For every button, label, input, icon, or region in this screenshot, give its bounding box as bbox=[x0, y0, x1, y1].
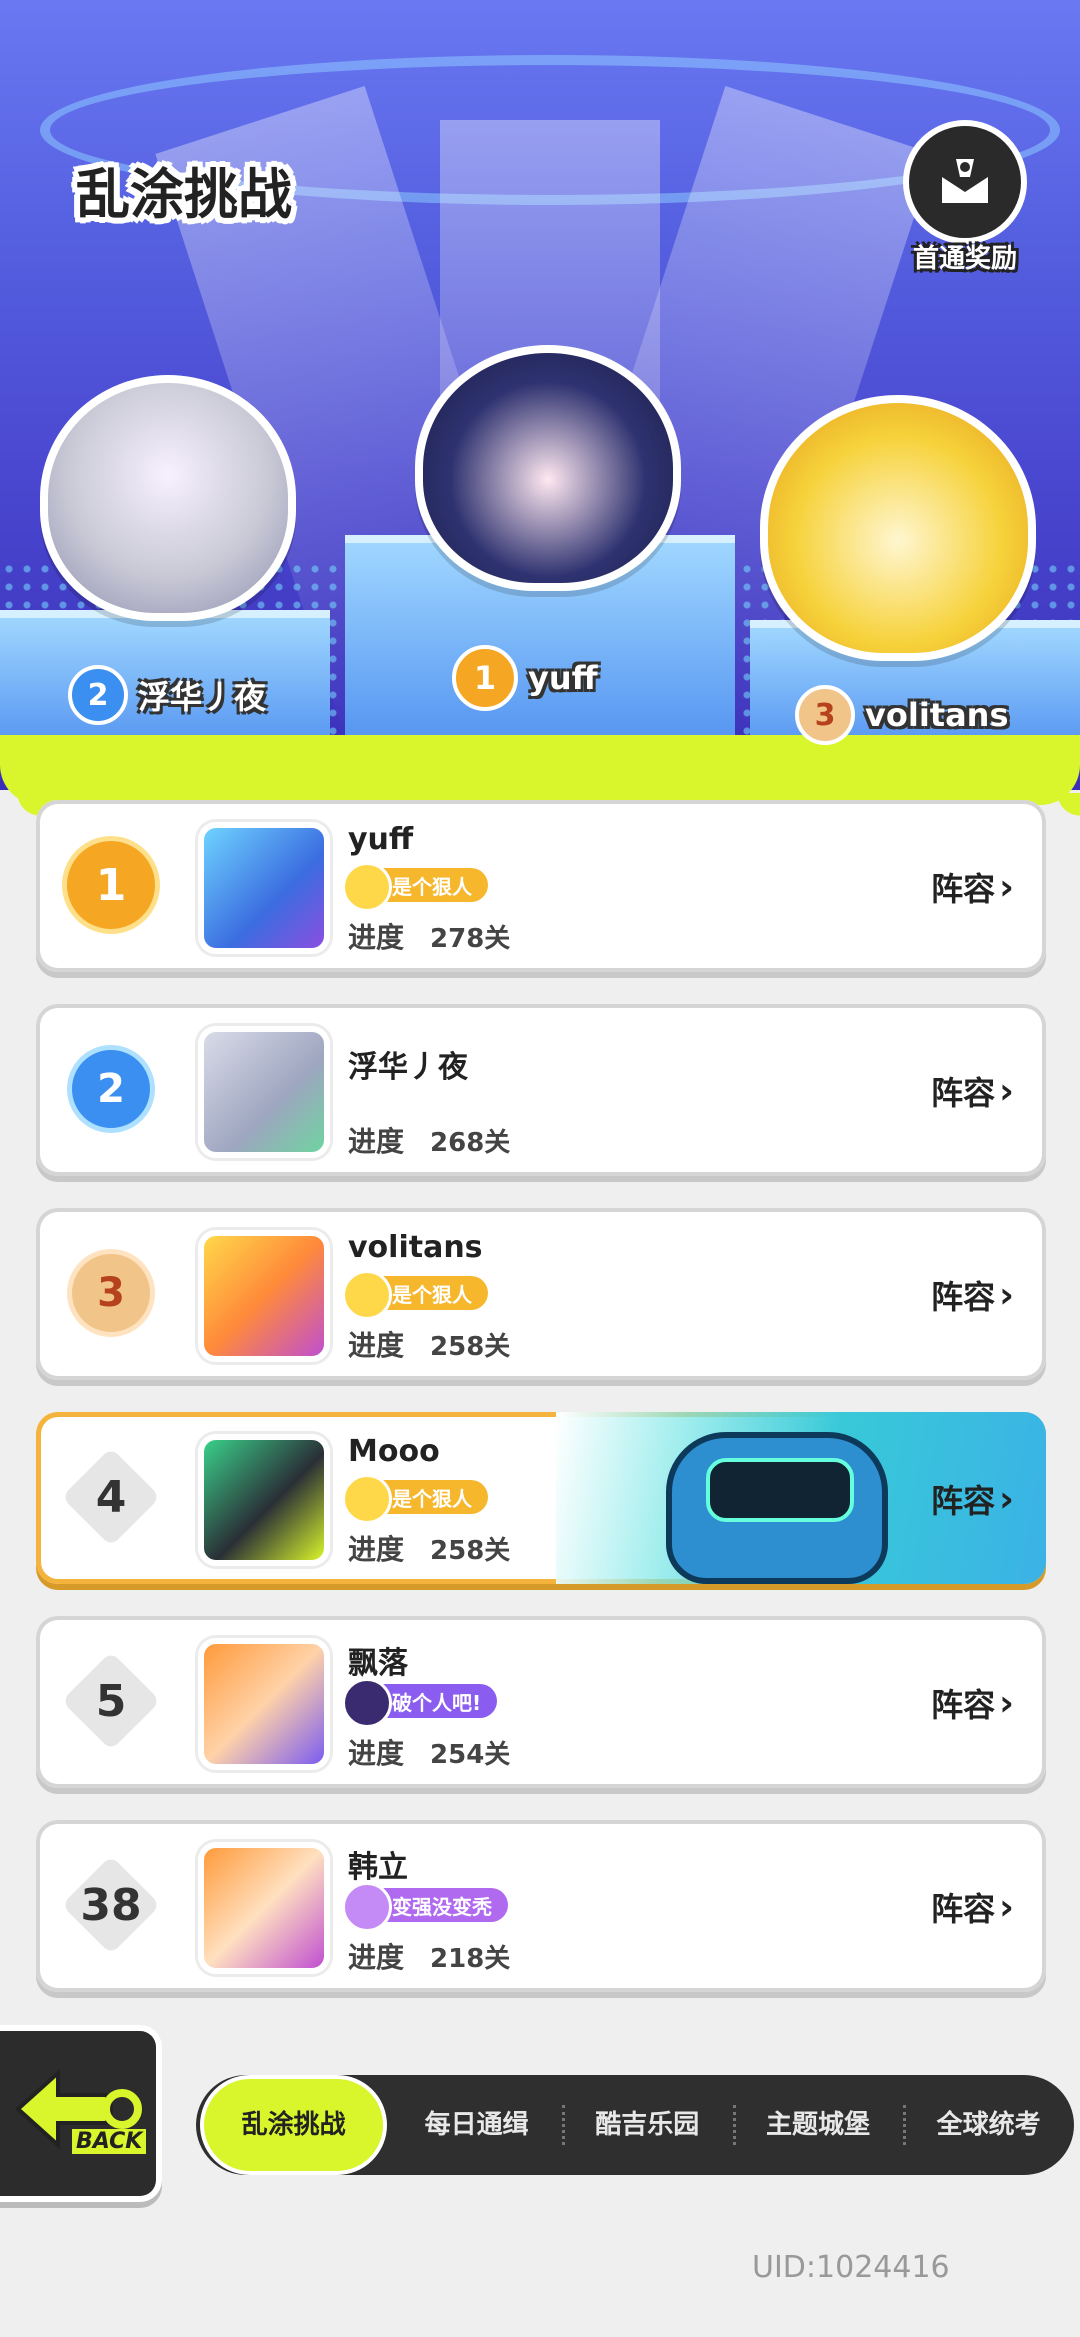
title-badge: 破个人吧! bbox=[342, 1678, 498, 1728]
title-badge: 是个狠人 bbox=[342, 862, 488, 912]
chevron-right-icon: › bbox=[999, 1478, 1014, 1520]
duck-icon bbox=[342, 862, 392, 912]
slime-divider bbox=[0, 735, 1080, 833]
progress-text: 进度 268关 bbox=[348, 1125, 511, 1158]
chevron-right-icon: › bbox=[999, 1682, 1014, 1724]
leaderboard-row[interactable]: 38 韩立 变强没变秃 进度 218关 阵容 › bbox=[36, 1820, 1046, 1992]
progress-text: 进度 218关 bbox=[348, 1941, 511, 1974]
rank-1-medal-icon: 1 bbox=[62, 836, 160, 934]
fist-icon bbox=[342, 1882, 392, 1932]
podium-name-3: 3 volitans bbox=[795, 685, 1009, 745]
avatar[interactable] bbox=[198, 1638, 330, 1770]
lineup-button[interactable]: 阵容 › bbox=[931, 1068, 1014, 1114]
podium-character-1[interactable] bbox=[415, 345, 681, 591]
cat-icon bbox=[342, 1678, 392, 1728]
chevron-right-icon: › bbox=[999, 1886, 1014, 1928]
chevron-right-icon: › bbox=[999, 1274, 1014, 1316]
first-clear-reward-icon bbox=[903, 120, 1027, 244]
progress-text: 进度 254关 bbox=[348, 1737, 511, 1770]
podium-character-3[interactable] bbox=[760, 395, 1036, 661]
chevron-right-icon: › bbox=[999, 866, 1014, 908]
page-title: 乱涂挑战 bbox=[76, 163, 292, 226]
first-clear-reward-button[interactable]: 首通奖励 bbox=[895, 120, 1035, 274]
robot-visor bbox=[706, 1458, 854, 1522]
back-label: BACK bbox=[72, 2129, 147, 2154]
rank-3-medal-icon: 3 bbox=[67, 1249, 155, 1337]
avatar[interactable] bbox=[198, 1842, 330, 1974]
title-badge: 是个狠人 bbox=[342, 1474, 488, 1524]
rank-badge: 5 bbox=[56, 1646, 166, 1756]
bottom-tab-bar: 乱涂挑战 每日通缉 酷吉乐园 主题城堡 全球统考 bbox=[196, 2075, 1074, 2175]
chevron-right-icon: › bbox=[999, 1070, 1014, 1112]
player-name: Mooo bbox=[348, 1434, 440, 1469]
duck-icon bbox=[342, 1270, 392, 1320]
player-name: 飘落 bbox=[348, 1646, 408, 1681]
tab-global-exam[interactable]: 全球统考 bbox=[903, 2075, 1074, 2175]
podium-name-1: 1 yuff bbox=[452, 645, 598, 711]
leaderboard-row[interactable]: 5 飘落 破个人吧! 进度 254关 阵容 › bbox=[36, 1616, 1046, 1788]
leaderboard-row[interactable]: 1 yuff 是个狠人 进度 278关 阵容 › bbox=[36, 800, 1046, 972]
back-button[interactable]: BACK bbox=[0, 2025, 162, 2202]
rank-2-medal-icon: 2 bbox=[68, 665, 128, 725]
rank-3-medal-icon: 3 bbox=[795, 685, 855, 745]
lineup-button[interactable]: 阵容 › bbox=[931, 864, 1014, 910]
leaderboard-row[interactable]: 3 volitans 是个狠人 进度 258关 阵容 › bbox=[36, 1208, 1046, 1380]
avatar[interactable] bbox=[198, 1434, 330, 1566]
rank-2-medal-icon: 2 bbox=[67, 1045, 155, 1133]
lineup-button[interactable]: 阵容 › bbox=[931, 1272, 1014, 1318]
tab-theme-castle[interactable]: 主题城堡 bbox=[732, 2075, 904, 2175]
title-badge: 变强没变秃 bbox=[342, 1882, 508, 1932]
lineup-button[interactable]: 阵容 › bbox=[931, 1476, 1014, 1522]
rank-badge: 2 bbox=[56, 1034, 166, 1144]
leaderboard-row[interactable]: 2 浮华丿夜 进度 268关 阵容 › bbox=[36, 1004, 1046, 1176]
lineup-button[interactable]: 阵容 › bbox=[931, 1884, 1014, 1930]
rank-badge: 38 bbox=[56, 1850, 166, 1960]
lineup-button[interactable]: 阵容 › bbox=[931, 1680, 1014, 1726]
avatar[interactable] bbox=[198, 822, 330, 954]
player-name: yuff bbox=[348, 822, 414, 857]
progress-text: 进度 258关 bbox=[348, 1329, 511, 1362]
rank-badge: 1 bbox=[56, 830, 166, 940]
progress-text: 进度 278关 bbox=[348, 921, 511, 954]
player-name: volitans bbox=[348, 1230, 483, 1265]
title-badge: 是个狠人 bbox=[342, 1270, 488, 1320]
tab-daily-wanted[interactable]: 每日通缉 bbox=[391, 2075, 562, 2175]
leaderboard-row-self[interactable]: 4 Mooo 是个狠人 进度 258关 阵容 › bbox=[36, 1412, 1046, 1584]
tab-kuji-park[interactable]: 酷吉乐园 bbox=[561, 2075, 733, 2175]
podium-character-2[interactable] bbox=[40, 375, 296, 621]
rank-badge: 4 bbox=[56, 1442, 166, 1552]
avatar[interactable] bbox=[198, 1230, 330, 1362]
tab-doodle-challenge[interactable]: 乱涂挑战 bbox=[200, 2075, 388, 2175]
rank-1-medal-icon: 1 bbox=[452, 645, 518, 711]
player-name: 浮华丿夜 bbox=[348, 1050, 468, 1085]
podium-name-2: 2 浮华丿夜 bbox=[68, 665, 266, 725]
duck-icon bbox=[342, 1474, 392, 1524]
user-id: UID:1024416 bbox=[752, 2250, 950, 2285]
progress-text: 进度 258关 bbox=[348, 1533, 511, 1566]
player-name: 韩立 bbox=[348, 1850, 408, 1885]
rank-badge: 3 bbox=[56, 1238, 166, 1348]
avatar[interactable] bbox=[198, 1026, 330, 1158]
first-clear-reward-label: 首通奖励 bbox=[912, 244, 1017, 274]
